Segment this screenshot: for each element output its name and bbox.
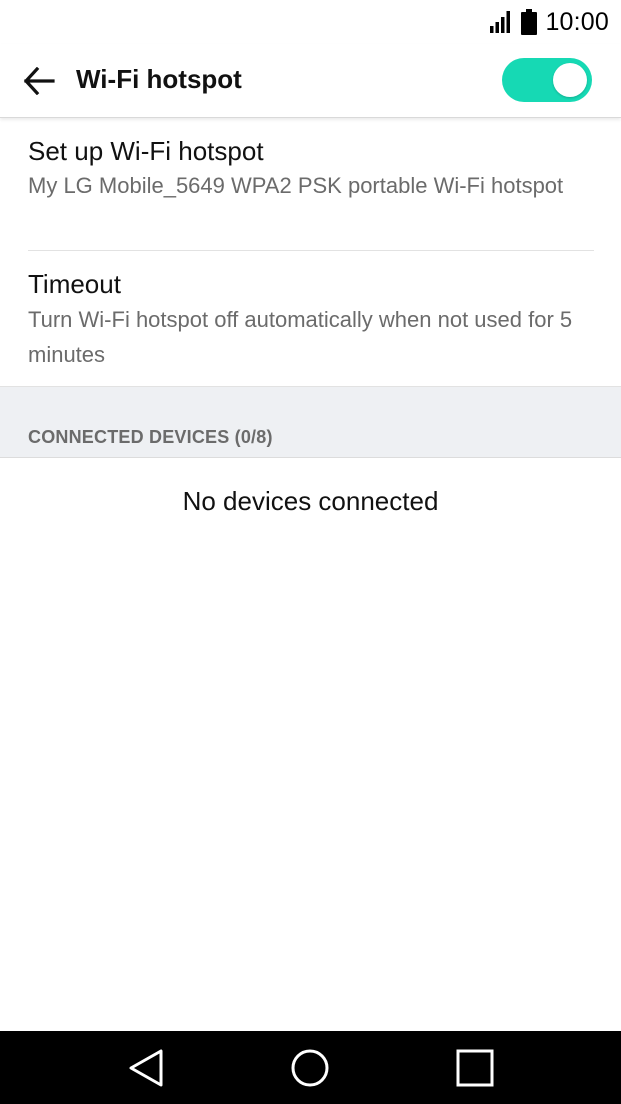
- setup-hotspot-subtitle: My LG Mobile_5649 WPA2 PSK portable Wi-F…: [28, 173, 564, 198]
- nav-home-button[interactable]: [286, 1045, 334, 1091]
- hotspot-toggle[interactable]: [502, 58, 592, 102]
- status-time: 10:00: [545, 7, 609, 36]
- status-bar: 10:00: [0, 0, 621, 44]
- timeout-title: Timeout: [28, 269, 121, 299]
- recents-square-icon: [456, 1049, 494, 1087]
- timeout-item[interactable]: Timeout Turn Wi-Fi hotspot off automatic…: [0, 251, 621, 386]
- timeout-subtitle: Turn Wi-Fi hotspot off automatically whe…: [28, 307, 573, 367]
- navigation-bar: [0, 1031, 621, 1104]
- status-icons: 10:00: [489, 8, 609, 36]
- setup-hotspot-item[interactable]: Set up Wi-Fi hotspot My LG Mobile_5649 W…: [0, 118, 621, 251]
- page-title: Wi-Fi hotspot: [76, 64, 242, 94]
- app-bar: Wi-Fi hotspot: [0, 44, 621, 118]
- signal-icon: [490, 11, 511, 33]
- no-devices-message: No devices connected: [182, 486, 439, 516]
- arrow-left-icon: [23, 67, 55, 95]
- back-button[interactable]: [18, 60, 60, 102]
- setup-hotspot-title: Set up Wi-Fi hotspot: [28, 136, 264, 166]
- home-circle-icon: [291, 1049, 329, 1087]
- connected-devices-section: CONNECTED DEVICES (0/8): [0, 386, 621, 458]
- section-header: CONNECTED DEVICES (0/8): [28, 427, 273, 447]
- battery-icon: [521, 9, 538, 35]
- nav-recents-button[interactable]: [451, 1045, 499, 1091]
- nav-back-button[interactable]: [122, 1045, 170, 1091]
- back-triangle-icon: [129, 1049, 163, 1087]
- toggle-knob: [553, 63, 587, 97]
